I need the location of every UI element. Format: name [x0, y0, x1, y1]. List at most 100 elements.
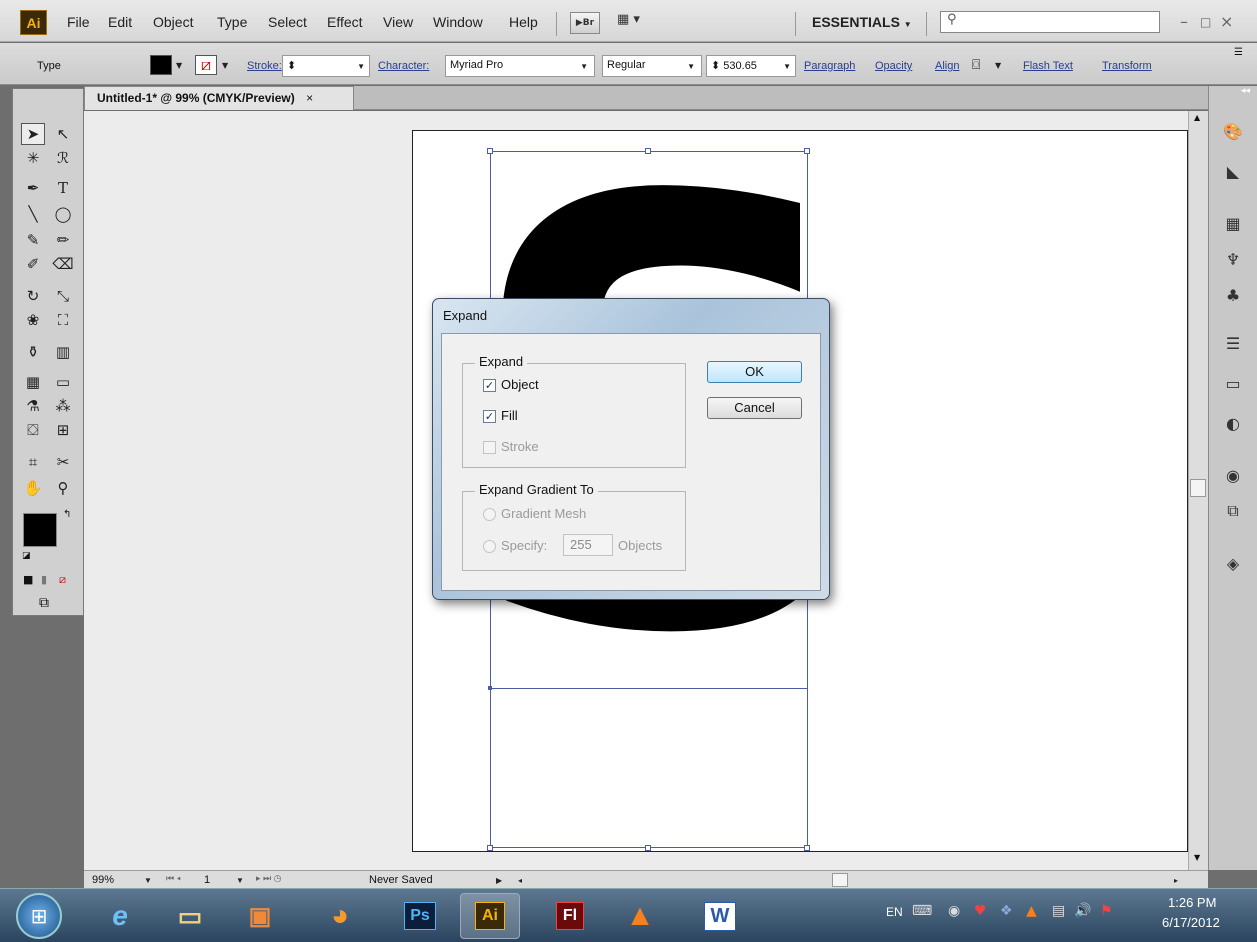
chevron-down-icon[interactable]: ▼	[176, 61, 182, 70]
network-app-icon[interactable]: ◉	[948, 903, 960, 919]
flash-taskbar-button[interactable]: Fl	[540, 893, 600, 939]
stroke-link[interactable]: Stroke:	[247, 60, 282, 72]
vlc-tray-icon[interactable]: ▲	[1026, 903, 1037, 919]
character-link[interactable]: Character:	[378, 60, 429, 72]
scroll-left-icon[interactable]: ◂	[518, 876, 522, 885]
transparency-icon[interactable]: ◐	[1221, 412, 1245, 434]
line-tool-icon[interactable]: ╲	[21, 203, 45, 225]
gradient-mesh-radio[interactable]	[483, 508, 496, 521]
mesh-tool-icon[interactable]: ▦	[21, 371, 45, 393]
search-input[interactable]: ⚲	[940, 11, 1160, 33]
eyedropper-tool-icon[interactable]: ⚗	[21, 395, 45, 417]
screen-mode-icon[interactable]: ⧉	[39, 595, 49, 611]
color-panel-icon[interactable]: 🎨	[1221, 120, 1245, 142]
language-indicator[interactable]: EN	[886, 905, 903, 919]
type-tool-icon[interactable]: T	[51, 177, 75, 199]
photoshop-taskbar-button[interactable]: Ps	[390, 893, 450, 939]
arrange-documents-button[interactable]: ▦ ▾	[617, 12, 657, 34]
artboard-number[interactable]: 1	[204, 874, 210, 886]
pencil-tool-icon[interactable]: ✏	[51, 229, 75, 251]
swap-colors-icon[interactable]: ↰	[63, 509, 71, 520]
minimize-icon[interactable]: –	[1180, 12, 1188, 31]
selection-handle[interactable]	[645, 845, 651, 851]
free-transform-tool-icon[interactable]: ⛶	[51, 309, 75, 331]
rotate-tool-icon[interactable]: ↻	[21, 285, 45, 307]
first-artboard-icon[interactable]: ⏮ ◂	[166, 873, 181, 884]
live-paint-bucket-tool-icon[interactable]: ⛋	[21, 419, 45, 441]
menu-edit[interactable]: Edit	[108, 14, 132, 30]
menu-view[interactable]: View	[383, 14, 413, 30]
action-center-icon[interactable]: ⚑	[1100, 903, 1113, 919]
panel-menu-icon[interactable]: ☰	[1234, 47, 1243, 58]
internet-explorer-icon[interactable]: e	[90, 893, 150, 939]
firefox-icon[interactable]: ◕	[310, 893, 370, 939]
menu-select[interactable]: Select	[268, 14, 307, 30]
zoom-tool-icon[interactable]: ⚲	[51, 477, 75, 499]
flash-text-link[interactable]: Flash Text	[1023, 60, 1073, 72]
opacity-link[interactable]: Opacity	[875, 60, 912, 72]
cancel-button[interactable]: Cancel	[707, 397, 802, 419]
artboard-tool-icon[interactable]: ⌗	[21, 451, 45, 473]
tray-app-icon[interactable]: ❖	[1000, 903, 1013, 919]
stroke-swatch[interactable]: ⧄	[195, 55, 217, 75]
column-graph-tool-icon[interactable]: ▥	[51, 341, 75, 363]
stroke-panel-icon[interactable]: ☰	[1221, 332, 1245, 354]
file-explorer-icon[interactable]: ▭	[160, 893, 220, 939]
paragraph-link[interactable]: Paragraph	[804, 60, 855, 72]
document-tab[interactable]: Untitled-1* @ 99% (CMYK/Preview) ×	[84, 86, 354, 110]
font-family-dropdown[interactable]: Myriad Pro ▼	[445, 55, 595, 77]
horizontal-scroll-thumb[interactable]	[832, 873, 848, 887]
hand-tool-icon[interactable]: ✋	[21, 477, 45, 499]
warp-tool-icon[interactable]: ❀	[21, 309, 45, 331]
vertical-scrollbar[interactable]: ▲ ▼	[1188, 111, 1208, 870]
blend-tool-icon[interactable]: ⁂	[51, 395, 75, 417]
blob-brush-tool-icon[interactable]: ✐	[21, 253, 45, 275]
menu-file[interactable]: File	[67, 14, 90, 30]
scroll-right-icon[interactable]: ▸	[1174, 876, 1178, 885]
specify-objects-input[interactable]: 255	[563, 534, 613, 556]
lasso-tool-icon[interactable]: ℛ	[51, 147, 75, 169]
swatches-icon[interactable]: ▦	[1221, 212, 1245, 234]
stroke-weight-field[interactable]: ⬍ ▼	[282, 55, 370, 77]
graphic-styles-icon[interactable]: ⧉	[1221, 500, 1245, 522]
zoom-level[interactable]: 99%	[92, 874, 114, 886]
paintbrush-tool-icon[interactable]: ✎	[21, 229, 45, 251]
direct-selection-tool-icon[interactable]: ↖	[51, 123, 75, 145]
default-colors-icon[interactable]: ◪	[22, 551, 31, 561]
transform-link[interactable]: Transform	[1102, 60, 1152, 72]
status-menu-icon[interactable]: ▶	[496, 876, 502, 885]
word-taskbar-button[interactable]: W	[690, 893, 750, 939]
volume-icon[interactable]: 🔊	[1074, 903, 1091, 919]
layers-icon[interactable]: ◈	[1221, 552, 1245, 574]
object-checkbox[interactable]: ✓	[483, 379, 496, 392]
pen-tool-icon[interactable]: ✒	[21, 177, 45, 199]
font-style-dropdown[interactable]: Regular ▼	[602, 55, 702, 77]
envelope-icon[interactable]: ⌼	[972, 57, 980, 73]
chevron-down-icon[interactable]: ▼	[222, 61, 228, 70]
keyboard-icon[interactable]: ⌨	[912, 903, 932, 919]
network-icon[interactable]: ▤	[1052, 903, 1065, 919]
start-button[interactable]: ⊞	[16, 893, 62, 939]
fill-checkbox[interactable]: ✓	[483, 410, 496, 423]
scroll-down-icon[interactable]: ▼	[1194, 853, 1200, 862]
symbols-icon[interactable]: ♣	[1221, 284, 1245, 306]
bridge-button[interactable]: ▶ Br	[570, 12, 600, 34]
slice-tool-icon[interactable]: ✂	[51, 451, 75, 473]
workspace-switcher[interactable]: ESSENTIALS ▼	[812, 14, 912, 30]
close-tab-icon[interactable]: ×	[306, 91, 313, 105]
color-guide-icon[interactable]: ◣	[1221, 160, 1245, 182]
ellipse-tool-icon[interactable]: ◯	[51, 203, 75, 225]
menu-type[interactable]: Type	[217, 14, 247, 30]
none-mode-icon[interactable]: ⧄	[59, 573, 66, 587]
eraser-tool-icon[interactable]: ⌫	[51, 253, 75, 275]
antivirus-icon[interactable]: ♥	[974, 903, 987, 919]
menu-window[interactable]: Window	[433, 14, 483, 30]
clock-date[interactable]: 6/17/2012	[1162, 915, 1220, 930]
menu-object[interactable]: Object	[153, 14, 193, 30]
ok-button[interactable]: OK	[707, 361, 802, 383]
scale-tool-icon[interactable]: ⤡	[51, 285, 75, 307]
color-mode-icon[interactable]: ■	[23, 573, 33, 586]
selection-handle[interactable]	[804, 148, 810, 154]
font-size-field[interactable]: ⬍ 530.65 ▼	[706, 55, 796, 77]
menu-help[interactable]: Help	[509, 14, 538, 30]
